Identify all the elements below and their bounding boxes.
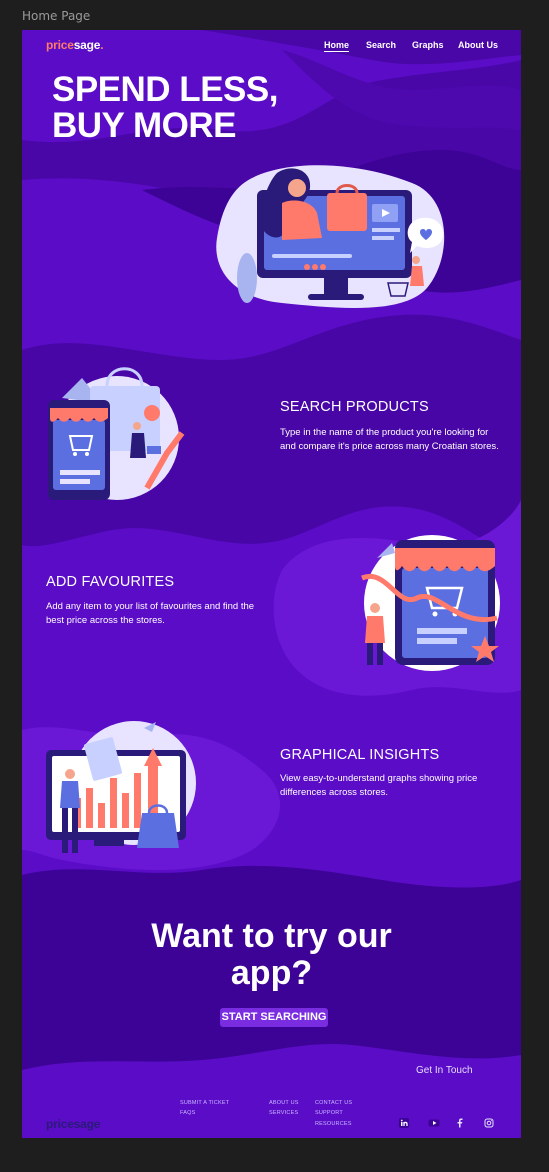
nav-search[interactable]: Search [366, 40, 396, 50]
youtube-icon[interactable] [427, 1116, 441, 1130]
graphical-insights-illustration [46, 721, 196, 853]
hero-title-line1: SPEND LESS, [52, 70, 278, 109]
search-products-description: Type in the name of the product you're l… [280, 427, 499, 452]
instagram-icon[interactable] [482, 1116, 496, 1130]
footer-logo-part2: sage [73, 1117, 101, 1131]
graphical-insights-description: View easy-to-understand graphs showing p… [280, 773, 478, 798]
graphical-insights-title: GRAPHICAL INSIGHTS [280, 747, 440, 763]
add-favourites-illustration [361, 535, 500, 671]
hero-title: SPEND LESS, BUY MORE [52, 72, 352, 144]
add-favourites-description: Add any item to your list of favourites … [46, 601, 255, 626]
search-products-title: SEARCH PRODUCTS [280, 399, 429, 415]
nav-about-us[interactable]: About Us [458, 40, 498, 50]
brand-logo[interactable]: pricesage. [46, 38, 104, 52]
cta-heading-line1: Want to try our [151, 917, 392, 955]
facebook-icon[interactable] [453, 1116, 467, 1130]
add-favourites-title: ADD FAVOURITES [46, 574, 175, 590]
footer-link-resources[interactable]: RESOURCES [315, 1121, 352, 1127]
home-page: pricesage. Home Search Graphs About Us S… [22, 30, 521, 1138]
cta-heading: Want to try our app? [22, 918, 521, 992]
footer-brand-logo[interactable]: pricesage [46, 1117, 100, 1131]
brand-logo-part1: price [46, 38, 74, 52]
linkedin-icon[interactable] [397, 1116, 411, 1130]
cta-heading-line2: app? [230, 954, 313, 992]
brand-logo-part2: sage [73, 38, 101, 52]
footer-link-submit-ticket[interactable]: SUBMIT A TICKET [180, 1100, 229, 1106]
footer-link-services[interactable]: SERVICES [269, 1110, 298, 1116]
nav-graphs[interactable]: Graphs [412, 40, 444, 50]
footer-link-support[interactable]: SUPPORT [315, 1110, 343, 1116]
footer-logo-part1: price [46, 1117, 74, 1131]
footer-link-contact-us[interactable]: CONTACT US [315, 1100, 352, 1106]
hero-title-line2: BUY MORE [52, 106, 237, 145]
start-searching-button[interactable]: START SEARCHING [220, 1008, 328, 1027]
footer-link-faqs[interactable]: FAQS [180, 1110, 195, 1116]
footer-link-about-us[interactable]: ABOUT US [269, 1100, 299, 1106]
get-in-touch-input[interactable]: Get In Touch [411, 1064, 495, 1078]
search-products-illustration [48, 367, 185, 500]
brand-logo-dot: . [100, 38, 104, 52]
frame-label: Home Page [22, 9, 91, 23]
nav-home[interactable]: Home [324, 40, 349, 50]
hero-shopping-illustration [216, 165, 445, 309]
